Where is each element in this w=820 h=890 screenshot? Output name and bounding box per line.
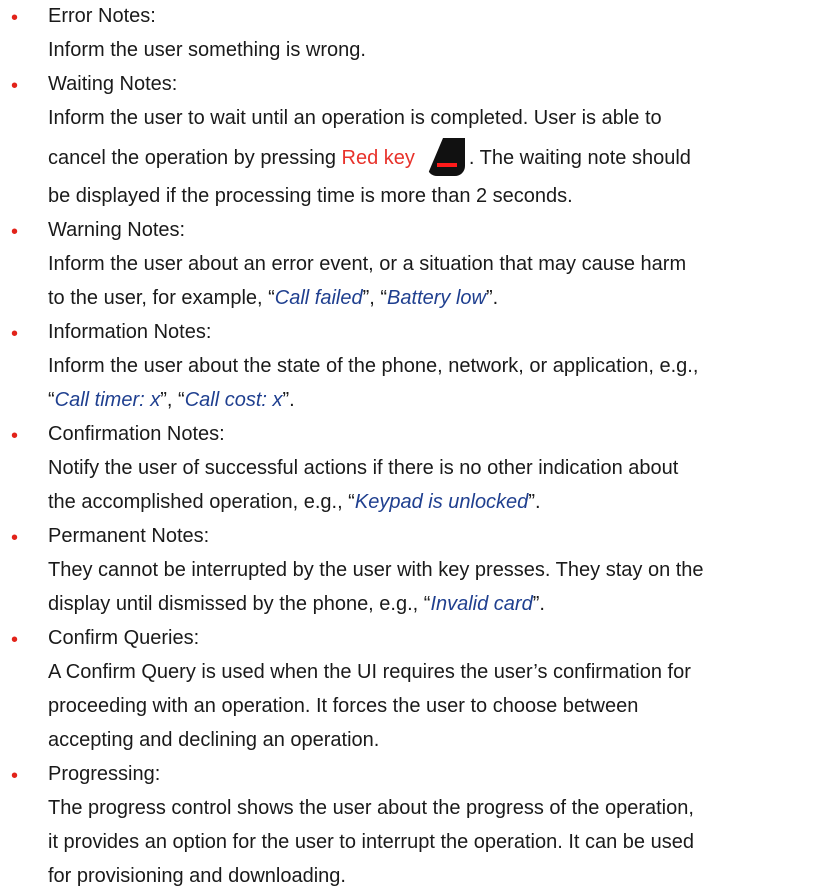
bullet-icon: • <box>11 425 19 447</box>
bullet-icon: • <box>11 629 19 651</box>
list-item: • Progressing: The progress control show… <box>0 760 820 890</box>
text-segment: the accomplished operation, e.g., “ <box>48 491 355 513</box>
item-text: Inform the user about an error event, or… <box>48 253 687 275</box>
item-title: Progressing: <box>48 763 161 785</box>
example-text: Call failed <box>274 287 363 309</box>
text-segment: ”. <box>528 491 541 513</box>
item-text: The progress control shows the user abou… <box>48 797 694 819</box>
item-text: be displayed if the processing time is m… <box>48 185 573 207</box>
item-title: Waiting Notes: <box>48 73 178 95</box>
example-text: Battery low <box>387 287 486 309</box>
item-title: Confirmation Notes: <box>48 423 225 445</box>
item-text: Inform the user to wait until an operati… <box>48 107 662 129</box>
example-text: Keypad is unlocked <box>354 491 529 513</box>
list-item: • Information Notes: Inform the user abo… <box>0 318 820 414</box>
item-text: Inform the user about the state of the p… <box>48 355 699 377</box>
item-text: it provides an option for the user to in… <box>48 831 694 853</box>
item-text: display until dismissed by the phone, e.… <box>48 590 820 618</box>
item-text: the accomplished operation, e.g., “Keypa… <box>48 488 820 516</box>
list-item: • Waiting Notes: Inform the user to wait… <box>0 70 820 210</box>
item-text: proceeding with an operation. It forces … <box>48 695 639 717</box>
item-title: Confirm Queries: <box>48 627 200 649</box>
item-text: Inform the user something is wrong. <box>48 39 366 61</box>
bullet-icon: • <box>11 323 19 345</box>
text-segment: ”, “ <box>362 287 388 309</box>
list-item: • Confirmation Notes: Notify the user of… <box>0 420 820 516</box>
item-text: Notify the user of successful actions if… <box>48 457 679 479</box>
red-key-label: Red key <box>341 147 415 169</box>
item-text: accepting and declining an operation. <box>48 729 380 751</box>
item-text: A Confirm Query is used when the UI requ… <box>48 661 691 683</box>
list-item: • Error Notes: Inform the user something… <box>0 2 820 64</box>
bullet-icon: • <box>11 7 19 29</box>
red-key-bar <box>436 162 457 167</box>
text-segment: to the user, for example, “ <box>48 287 275 309</box>
list-item: • Confirm Queries: A Confirm Query is us… <box>0 624 820 754</box>
text-segment: display until dismissed by the phone, e.… <box>48 593 431 615</box>
item-text: cancel the operation by pressing Red key… <box>48 137 820 178</box>
item-text: to the user, for example, “Call failed”,… <box>48 284 820 312</box>
item-title: Information Notes: <box>48 321 212 343</box>
bullet-icon: • <box>11 221 19 243</box>
item-title: Permanent Notes: <box>48 525 210 547</box>
example-text: Call timer: x <box>54 389 161 411</box>
item-text: for provisioning and downloading. <box>48 865 346 887</box>
item-text: They cannot be interrupted by the user w… <box>48 559 704 581</box>
item-title: Error Notes: <box>48 5 156 27</box>
item-text: “Call timer: x”, “Call cost: x”. <box>48 386 820 414</box>
text-segment: ”. <box>532 593 545 615</box>
list-item: • Warning Notes: Inform the user about a… <box>0 216 820 312</box>
text-segment: “ <box>48 389 55 411</box>
example-text: Call cost: x <box>184 389 283 411</box>
bullet-icon: • <box>11 75 19 97</box>
bullet-icon: • <box>11 527 19 549</box>
text-segment: ”, “ <box>160 389 185 411</box>
item-title: Warning Notes: <box>48 219 186 241</box>
text-segment: . The waiting note should <box>468 147 691 169</box>
text-segment: cancel the operation by pressing <box>48 147 342 169</box>
text-segment: ”. <box>282 389 295 411</box>
bullet-icon: • <box>11 765 19 787</box>
text-segment: ”. <box>485 287 499 309</box>
notes-list: • Error Notes: Inform the user something… <box>0 0 820 890</box>
red-key-icon <box>426 137 465 176</box>
list-item: • Permanent Notes: They cannot be interr… <box>0 522 820 618</box>
example-text: Invalid card <box>430 593 533 615</box>
